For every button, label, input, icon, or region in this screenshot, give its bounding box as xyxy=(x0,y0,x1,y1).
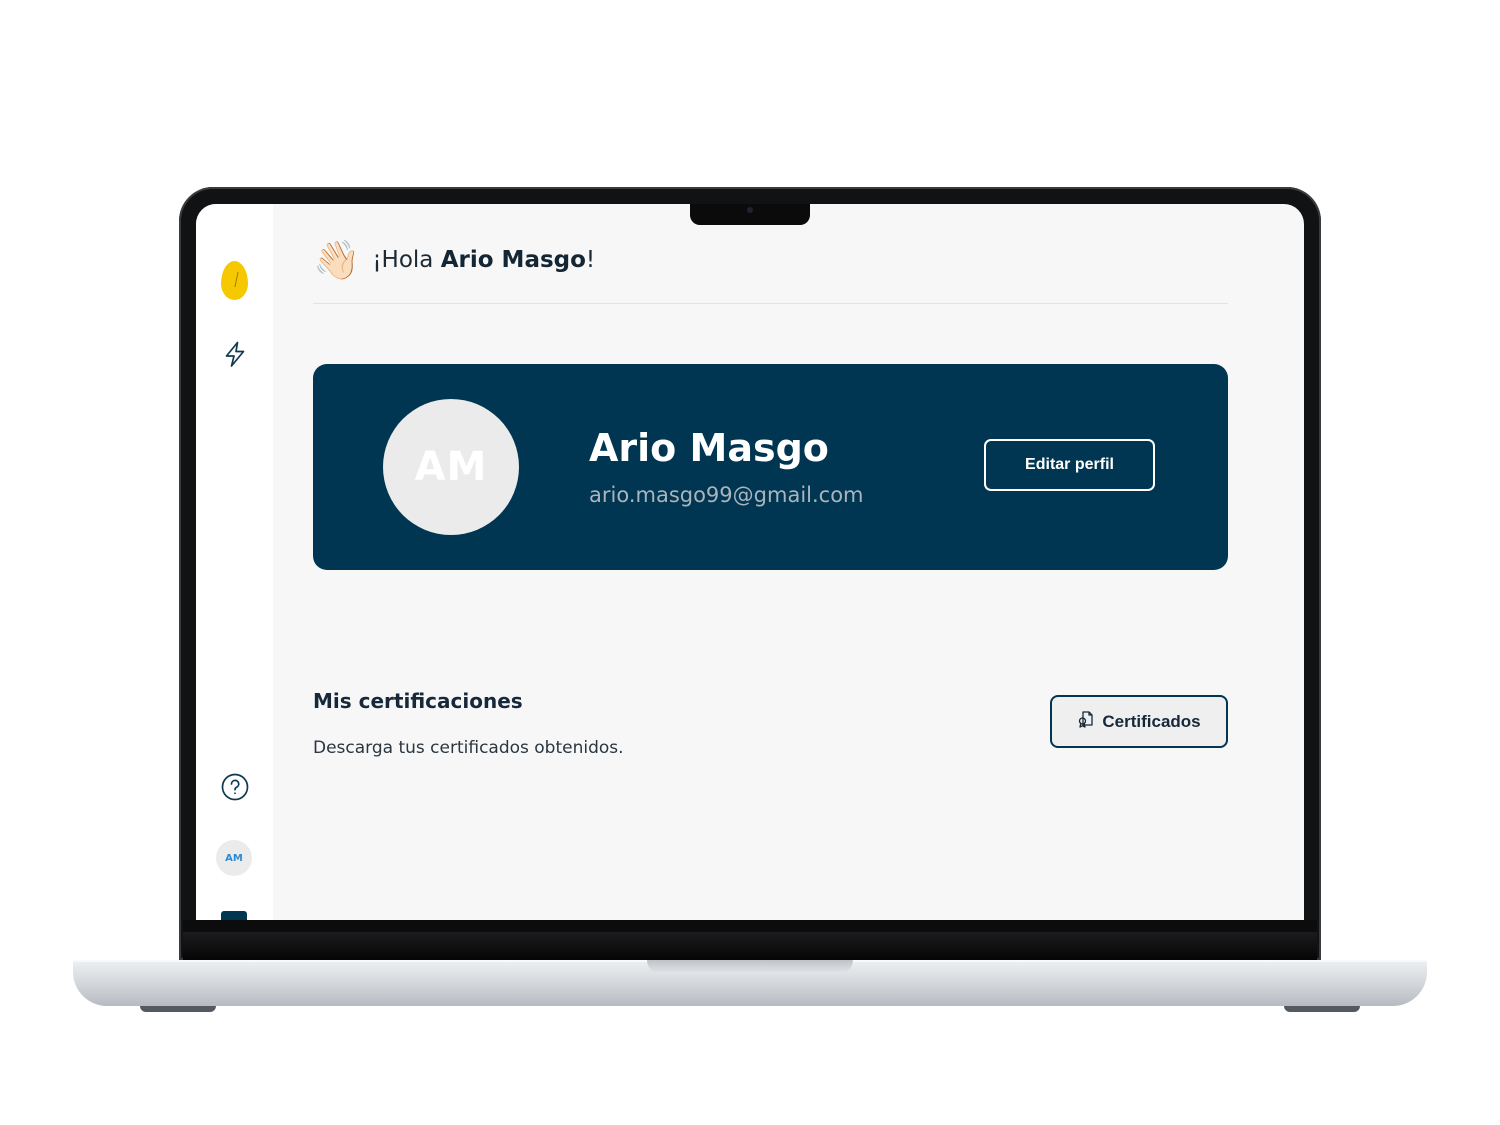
certificate-icon xyxy=(1077,710,1095,733)
sidebar-item-partial[interactable] xyxy=(221,911,247,920)
sidebar-avatar[interactable]: AM xyxy=(216,840,252,876)
greeting-prefix: ¡Hola xyxy=(372,247,441,273)
laptop-foot-left xyxy=(140,1006,216,1012)
help-circle-icon[interactable] xyxy=(221,773,249,801)
screen-bezel-bottom xyxy=(183,920,1317,932)
waving-hand-icon: 👋🏻 xyxy=(313,238,361,282)
laptop-foot-right xyxy=(1284,1006,1360,1012)
certificates-button[interactable]: Certificados xyxy=(1050,695,1228,748)
laptop-screen: AM 👋🏻 ¡Hola Ario Masgo! AM Ario Masgo ar… xyxy=(196,204,1304,920)
certifications-subtitle: Descarga tus certificados obtenidos. xyxy=(313,738,624,758)
laptop-base-lip xyxy=(647,960,853,974)
profile-email: ario.masgo99@gmail.com xyxy=(589,483,864,507)
sidebar: AM xyxy=(196,204,273,920)
profile-avatar-initials: AM xyxy=(414,444,488,490)
greeting-header: 👋🏻 ¡Hola Ario Masgo! xyxy=(313,232,595,288)
profile-card: AM Ario Masgo ario.masgo99@gmail.com Edi… xyxy=(313,364,1228,570)
greeting-name: Ario Masgo xyxy=(440,247,586,273)
lightning-icon[interactable] xyxy=(221,340,249,368)
main-content: 👋🏻 ¡Hola Ario Masgo! AM Ario Masgo ario.… xyxy=(273,204,1304,920)
camera-notch xyxy=(690,204,810,225)
greeting-text: ¡Hola Ario Masgo! xyxy=(372,247,595,273)
certificates-button-label: Certificados xyxy=(1102,711,1201,731)
edit-profile-button[interactable]: Editar perfil xyxy=(984,439,1155,491)
profile-avatar: AM xyxy=(383,399,519,535)
egg-logo-icon[interactable] xyxy=(221,261,248,300)
profile-name: Ario Masgo xyxy=(589,426,829,470)
certifications-title: Mis certificaciones xyxy=(313,689,523,713)
header-divider xyxy=(313,303,1228,304)
greeting-suffix: ! xyxy=(585,247,596,273)
laptop-hinge xyxy=(183,932,1317,960)
sidebar-avatar-initials: AM xyxy=(225,852,243,864)
